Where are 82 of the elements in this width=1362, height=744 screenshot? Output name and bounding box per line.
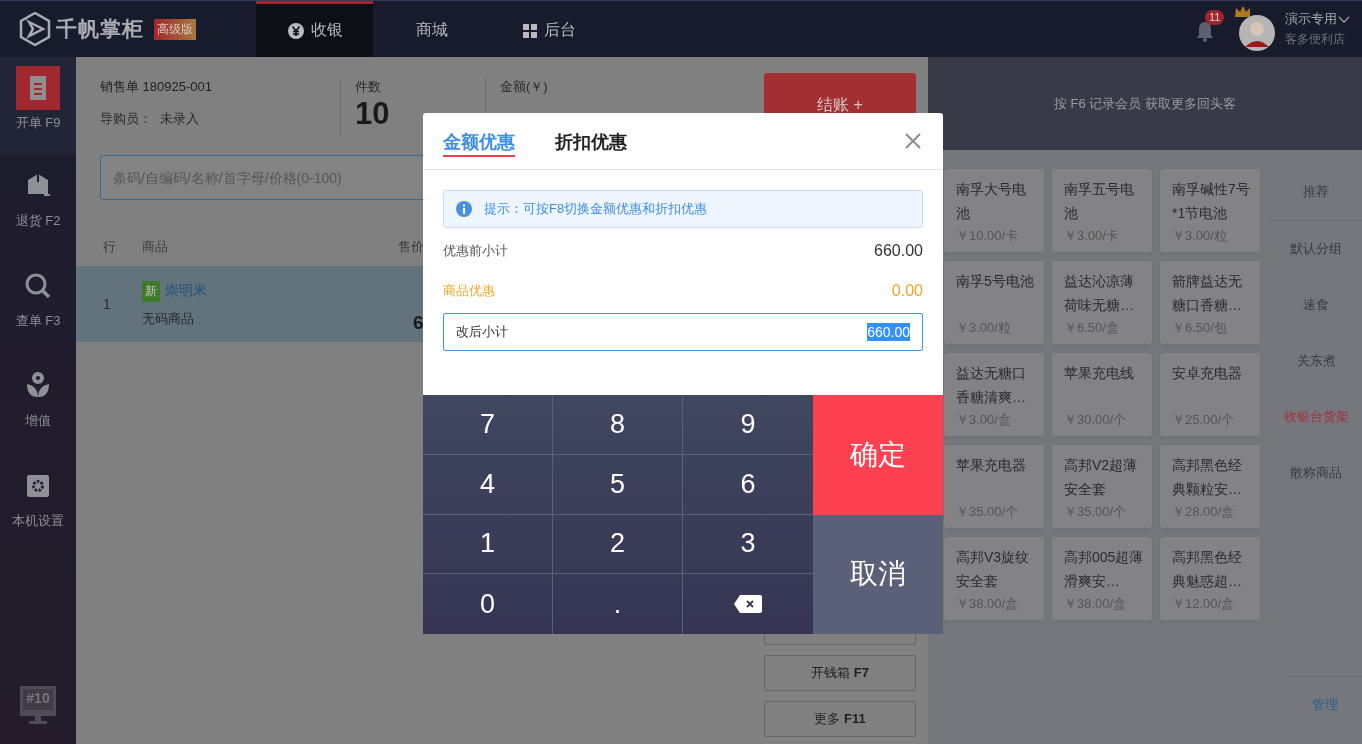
bell-icon [1195,20,1215,42]
nav-tab[interactable]: 收银 [256,1,373,57]
column-header: 行 [103,238,116,256]
new-badge: 新 [142,280,160,302]
close-icon[interactable] [905,133,921,149]
tip-text: 提示：可按F8切换金额优惠和折扣优惠 [484,200,708,218]
product-name: 高邦V2超薄安全套 [1064,456,1139,499]
guide-label: 导购员： [100,110,152,128]
count-label: 件数 [355,78,382,96]
product-name: 南孚碱性7号*1节电池 [1172,180,1251,223]
category-item[interactable]: 默认分组 [1270,221,1362,277]
item-count: 10 [355,96,391,132]
brand-name: 千帆掌柜 [56,16,144,42]
dialog-tab[interactable]: 折扣优惠 [555,125,627,157]
product-name: 益达沁凉薄荷味无糖… [1064,272,1135,315]
category-item[interactable]: 关东煮 [1270,333,1362,389]
product-name: 苹果充电器 [956,456,1027,475]
nav-tab[interactable]: 后台 [490,1,607,57]
keypad-key[interactable]: 4 [423,454,553,515]
product-name: 高邦V3旋纹安全套 [956,548,1031,591]
product-name: 南孚五号电池 [1064,180,1135,223]
keypad-key[interactable]: 8 [553,395,683,455]
keypad-key[interactable]: . [553,574,683,634]
keypad-key[interactable]: 1 [423,514,553,575]
field-label: 改后小计 [456,323,508,341]
user-name[interactable]: 演示专用 [1285,10,1337,28]
member-banner: 按 F6 记录会员 获取更多回头客 [928,57,1362,150]
product-name: 高邦005超薄滑爽安… [1064,548,1144,591]
sidebar-item[interactable]: 增值 [0,355,76,455]
store-name: 客多便利店 [1285,31,1346,48]
info-icon [456,201,472,217]
guide-value[interactable]: 未录入 [160,110,199,128]
product-name: 箭牌益达无糖口香糖… [1172,272,1243,315]
field-value: 660.00 [867,323,910,341]
column-header: 售价 [398,238,424,256]
product-name: 崇明米 [165,282,207,300]
product-name: 益达无糖口香糖清爽… [956,364,1027,407]
nav-tab[interactable]: 商城 [373,1,490,57]
keypad-key[interactable]: 0 [423,574,553,634]
sidebar-item[interactable]: 退货 F2 [0,155,76,255]
product-name: 苹果充电线 [1064,364,1135,383]
keypad-key[interactable]: 5 [553,454,683,515]
cancel-button[interactable]: 取消 [813,514,943,634]
notepad-icon [16,66,60,110]
category-item[interactable]: 推荐 [1270,164,1362,221]
product-name: 高邦黑色经典魅惑超… [1172,548,1243,591]
row-label: 商品优惠 [443,282,495,300]
category-item[interactable]: 散称商品 [1270,445,1362,501]
notification-badge: 11 [1205,10,1225,25]
backspace-icon [734,595,762,614]
row-number: 1 [103,296,112,312]
keypad-key[interactable]: 2 [553,514,683,575]
product-name: 高邦黑色经典颗粒安… [1172,456,1243,499]
row-label: 优惠前小计 [443,242,508,260]
edition-badge: 高级版 [154,18,196,40]
product-name: 南孚5号电池 [956,272,1035,291]
terminal-number: #10 [20,686,56,716]
grid-icon [521,22,538,39]
sidebar-item[interactable]: 查单 F3 [0,255,76,355]
yen-icon [286,21,305,40]
price-cell: 6 [413,312,424,334]
row-value: 660.00 [874,242,923,260]
product-code: 无码商品 [142,309,195,328]
product-name: 南孚大号电池 [956,180,1027,223]
column-header: 商品 [142,238,168,256]
logo-icon [19,12,51,46]
subtotal-field[interactable]: 改后小计 660.00 [443,313,923,351]
confirm-button[interactable]: 确定 [813,395,943,515]
category-item[interactable]: 速食 [1270,277,1362,333]
chevron-down-icon [1338,14,1350,24]
keypad-key[interactable]: 7 [423,395,553,455]
product-name: 安卓充电器 [1172,364,1243,383]
function-button[interactable]: 更多 F11 [764,701,916,737]
order-number: 销售单 180925-001 [100,78,213,96]
dialog-tab[interactable]: 金额优惠 [443,125,515,157]
crown-icon [1234,6,1251,17]
amount-label: 金额(￥) [500,78,548,96]
sidebar-item[interactable]: 开单 F9 [0,57,76,155]
sidebar-item[interactable]: 本机设置 [0,455,76,555]
row-value: 0.00 [891,282,923,300]
function-button[interactable]: 开钱箱 F7 [764,655,916,691]
monitor-stand-icon [27,716,49,724]
